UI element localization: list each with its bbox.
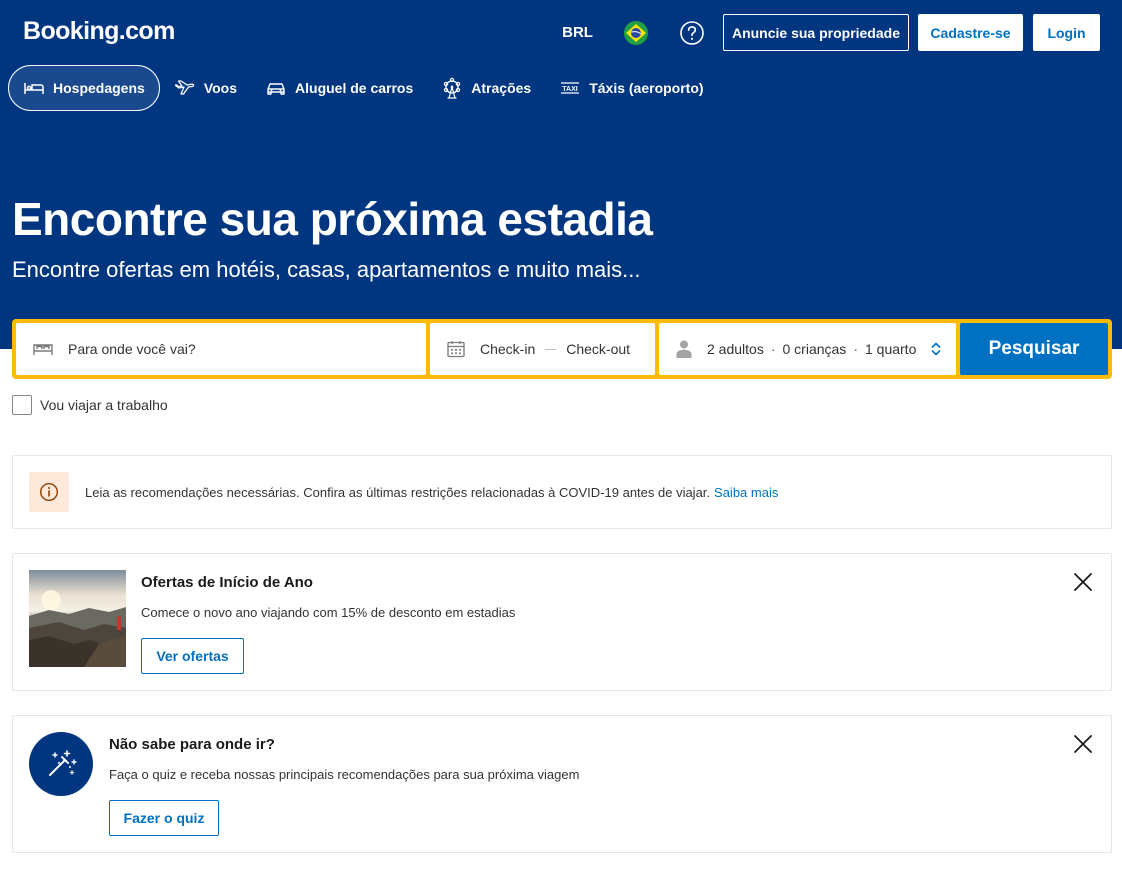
brazil-flag-icon[interactable] — [623, 20, 649, 46]
taxi-icon: TAXI — [559, 77, 581, 99]
work-travel-label: Vou viajar a trabalho — [40, 397, 168, 413]
children-count: 0 crianças — [782, 341, 847, 357]
question-circle-icon[interactable] — [679, 20, 705, 46]
adults-count: 2 adultos — [707, 341, 764, 357]
nav-item-airport-taxis[interactable]: TAXI Táxis (aeroporto) — [545, 65, 717, 111]
nav-item-label: Aluguel de carros — [295, 80, 414, 96]
search-button[interactable]: Pesquisar — [960, 323, 1108, 375]
hero-banner: Booking.com BRL Anuncie sua propriedade … — [0, 0, 1122, 349]
nav-item-attractions[interactable]: Atrações — [427, 65, 545, 111]
bed-icon — [32, 338, 54, 360]
magic-wand-icon — [29, 732, 93, 796]
nav-item-label: Táxis (aeroporto) — [589, 80, 704, 96]
product-nav: Hospedagens Voos Aluguel de carros Atraç… — [8, 65, 718, 111]
date-range-picker[interactable]: Check-in Check-out — [430, 323, 655, 375]
view-deals-button[interactable]: Ver ofertas — [141, 638, 244, 674]
promo-card: Ofertas de Início de Ano Comece o novo a… — [12, 553, 1112, 691]
hero-title: Encontre sua próxima estadia — [12, 193, 653, 245]
learn-more-link[interactable]: Saiba mais — [714, 485, 778, 500]
header-actions: BRL Anuncie sua propriedade Cadastre-se … — [562, 14, 1100, 51]
ferris-wheel-icon — [441, 77, 463, 99]
quiz-card: Não sabe para onde ir? Faça o quiz e rec… — [12, 715, 1112, 853]
covid-notice: Leia as recomendações necessárias. Confi… — [12, 455, 1112, 529]
checkbox[interactable] — [12, 395, 32, 415]
person-icon — [675, 339, 693, 359]
destination-input[interactable] — [68, 341, 388, 357]
nav-item-label: Hospedagens — [53, 80, 145, 96]
hero-subtitle: Encontre ofertas em hotéis, casas, apart… — [12, 257, 641, 282]
destination-field[interactable] — [16, 323, 426, 375]
take-quiz-button[interactable]: Fazer o quiz — [109, 800, 219, 836]
close-icon[interactable] — [1071, 732, 1095, 756]
checkout-label: Check-out — [566, 341, 631, 357]
signup-button[interactable]: Cadastre-se — [918, 14, 1023, 51]
date-separator — [545, 348, 557, 350]
nav-item-flights[interactable]: Voos — [160, 65, 251, 111]
separator: · — [853, 341, 858, 357]
quiz-title: Não sabe para onde ir? — [109, 736, 275, 753]
login-button[interactable]: Login — [1033, 14, 1100, 51]
nav-item-car-rental[interactable]: Aluguel de carros — [251, 65, 427, 111]
search-bar: Check-in Check-out 2 adultos · 0 criança… — [12, 319, 1112, 379]
rooms-count: 1 quarto — [864, 341, 917, 357]
svg-text:TAXI: TAXI — [562, 86, 577, 93]
info-icon — [29, 472, 69, 512]
nav-item-label: Atrações — [471, 80, 532, 96]
promo-title: Ofertas de Início de Ano — [141, 574, 313, 591]
separator: · — [770, 341, 776, 357]
list-property-button[interactable]: Anuncie sua propriedade — [722, 14, 909, 51]
work-travel-checkbox[interactable]: Vou viajar a trabalho — [12, 395, 168, 415]
checkin-label: Check-in — [480, 341, 536, 357]
nav-item-label: Voos — [203, 80, 238, 96]
quiz-text: Faça o quiz e receba nossas principais r… — [109, 767, 580, 782]
calendar-icon — [446, 339, 466, 359]
car-icon — [265, 77, 287, 99]
promo-image — [29, 570, 126, 667]
promo-text: Comece o novo ano viajando com 15% de de… — [141, 605, 516, 620]
chevron-updown-icon — [930, 341, 942, 357]
booking-logo[interactable]: Booking.com — [23, 17, 175, 46]
bed-icon — [23, 77, 45, 99]
plane-icon — [174, 77, 196, 99]
nav-item-stays[interactable]: Hospedagens — [8, 65, 160, 111]
guests-picker[interactable]: 2 adultos · 0 crianças · 1 quarto — [659, 323, 956, 375]
currency-selector[interactable]: BRL — [562, 24, 593, 41]
close-icon[interactable] — [1071, 570, 1095, 594]
covid-notice-text: Leia as recomendações necessárias. Confi… — [85, 484, 711, 500]
